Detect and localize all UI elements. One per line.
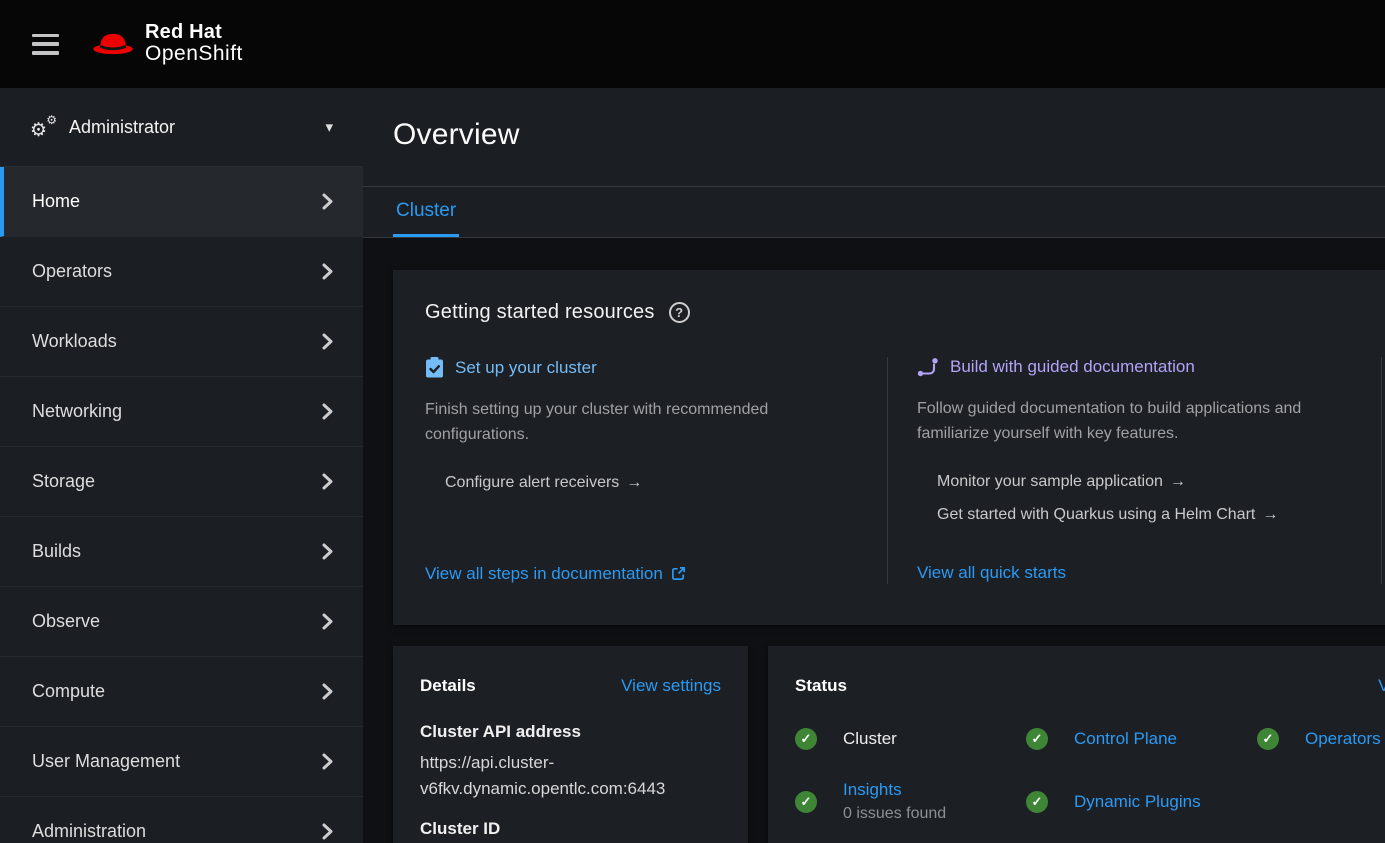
sidebar-item-label: Observe xyxy=(32,611,100,632)
perspective-label: Administrator xyxy=(69,117,325,138)
red-hat-fedora-icon xyxy=(90,29,136,59)
getting-started-title: Getting started resources xyxy=(425,301,655,324)
view-all-steps-link[interactable]: View all steps in documentation xyxy=(425,564,686,584)
brand-name: Red Hat xyxy=(145,22,243,43)
status-dynamic-plugins-link[interactable]: Dynamic Plugins xyxy=(1074,792,1201,812)
cogs-icon: ⚙⚙ xyxy=(30,115,57,139)
configure-alert-receivers-link[interactable]: Configure alert receivers→ xyxy=(445,474,642,492)
sidebar-item-networking[interactable]: Networking xyxy=(0,377,363,447)
chevron-right-icon xyxy=(322,193,333,210)
check-circle-icon: ✓ xyxy=(1257,728,1279,750)
status-item-insights: ✓ Insights 0 issues found xyxy=(795,780,1026,823)
overview-content: Getting started resources ? Set up your … xyxy=(363,238,1385,843)
help-icon[interactable]: ? xyxy=(669,302,690,323)
status-title: Status xyxy=(795,676,847,696)
menu-toggle-icon[interactable] xyxy=(32,34,59,55)
external-link-icon xyxy=(671,566,686,581)
guided-documentation-link[interactable]: Build with guided documentation xyxy=(917,357,1351,377)
setup-cluster-link[interactable]: Set up your cluster xyxy=(425,357,857,378)
sidebar-item-storage[interactable]: Storage xyxy=(0,447,363,517)
check-circle-icon: ✓ xyxy=(795,728,817,750)
chevron-right-icon xyxy=(322,263,333,280)
sidebar-item-compute[interactable]: Compute xyxy=(0,657,363,727)
quarkus-helm-chart-link[interactable]: Get started with Quarkus using a Helm Ch… xyxy=(937,506,1278,524)
chevron-right-icon xyxy=(322,613,333,630)
sidebar-item-label: Workloads xyxy=(32,331,117,352)
status-item-dynamic-plugins: ✓ Dynamic Plugins xyxy=(1026,780,1257,823)
main-area: Overview Cluster Getting started resourc… xyxy=(363,88,1385,843)
setup-cluster-description: Finish setting up your cluster with reco… xyxy=(425,398,845,448)
tab-cluster[interactable]: Cluster xyxy=(393,187,459,237)
view-settings-link[interactable]: View settings xyxy=(621,676,721,696)
sidebar: ⚙⚙ Administrator ▾ Home Operators Worklo… xyxy=(0,88,363,843)
arrow-right-icon: → xyxy=(1170,473,1186,490)
sidebar-item-observe[interactable]: Observe xyxy=(0,587,363,657)
caret-down-icon: ▾ xyxy=(325,118,333,136)
check-circle-icon: ✓ xyxy=(795,791,817,813)
chevron-right-icon xyxy=(322,473,333,490)
status-insights-link[interactable]: Insights xyxy=(843,780,946,800)
check-circle-icon: ✓ xyxy=(1026,791,1048,813)
guided-documentation-label: Build with guided documentation xyxy=(950,357,1195,377)
details-card: Details View settings Cluster API addres… xyxy=(393,646,748,843)
status-item-control-plane: ✓ Control Plane xyxy=(1026,728,1257,750)
status-operators-link[interactable]: Operators xyxy=(1305,729,1381,749)
cluster-id-label: Cluster ID xyxy=(420,819,721,839)
sidebar-item-label: Home xyxy=(32,191,80,212)
sidebar-item-label: Storage xyxy=(32,471,95,492)
sidebar-item-builds[interactable]: Builds xyxy=(0,517,363,587)
brand-logo[interactable]: Red Hat OpenShift xyxy=(90,22,243,65)
sidebar-item-workloads[interactable]: Workloads xyxy=(0,307,363,377)
cluster-api-address-value: https://api.cluster-v6fkv.dynamic.opentl… xyxy=(420,750,721,801)
sidebar-item-user-management[interactable]: User Management xyxy=(0,727,363,797)
status-item-cluster: ✓ Cluster xyxy=(795,728,1026,750)
sidebar-item-administration[interactable]: Administration xyxy=(0,797,363,843)
chevron-right-icon xyxy=(322,823,333,840)
view-all-quick-starts-link[interactable]: View all quick starts xyxy=(917,563,1066,583)
status-item-operators: ✓ Operators xyxy=(1257,728,1385,750)
status-control-plane-link[interactable]: Control Plane xyxy=(1074,729,1177,749)
clipboard-check-icon xyxy=(425,357,444,378)
arrow-right-icon: → xyxy=(1262,506,1278,523)
chevron-right-icon xyxy=(322,333,333,350)
guided-documentation-description: Follow guided documentation to build app… xyxy=(917,397,1337,447)
route-icon xyxy=(917,357,939,377)
sidebar-nav: Home Operators Workloads Networking Stor… xyxy=(0,167,363,843)
page-title: Overview xyxy=(393,118,1385,152)
status-grid: ✓ Cluster ✓ Control Plane ✓ Operators xyxy=(795,728,1385,823)
status-cluster-label: Cluster xyxy=(843,729,897,749)
view-alerts-link[interactable]: View alerts xyxy=(1378,676,1385,696)
tab-bar: Cluster xyxy=(363,186,1385,238)
getting-started-card: Getting started resources ? Set up your … xyxy=(393,270,1385,625)
setup-cluster-label: Set up your cluster xyxy=(455,358,597,378)
insights-issues-count: 0 issues found xyxy=(843,805,946,823)
sidebar-item-operators[interactable]: Operators xyxy=(0,237,363,307)
perspective-switcher[interactable]: ⚙⚙ Administrator ▾ xyxy=(0,88,363,167)
brand-text: Red Hat OpenShift xyxy=(145,22,243,65)
sidebar-item-label: Builds xyxy=(32,541,81,562)
chevron-right-icon xyxy=(322,683,333,700)
getting-started-col-guided: Build with guided documentation Follow g… xyxy=(887,357,1381,584)
details-title: Details xyxy=(420,676,476,696)
sidebar-item-label: Administration xyxy=(32,821,146,842)
chevron-right-icon xyxy=(322,543,333,560)
sidebar-item-label: Operators xyxy=(32,261,112,282)
page-header: Overview xyxy=(363,88,1385,186)
cluster-api-address-label: Cluster API address xyxy=(420,722,721,742)
sidebar-item-label: User Management xyxy=(32,751,180,772)
getting-started-col-setup: Set up your cluster Finish setting up yo… xyxy=(393,357,887,584)
monitor-sample-app-link[interactable]: Monitor your sample application→ xyxy=(937,473,1186,491)
getting-started-col-more xyxy=(1381,357,1385,584)
chevron-right-icon xyxy=(322,403,333,420)
check-circle-icon: ✓ xyxy=(1026,728,1048,750)
sidebar-item-label: Compute xyxy=(32,681,105,702)
brand-product: OpenShift xyxy=(145,43,243,65)
arrow-right-icon: → xyxy=(626,474,642,491)
status-card: Status View alerts ✓ Cluster ✓ Control P… xyxy=(768,646,1385,843)
masthead: Red Hat OpenShift xyxy=(0,0,1385,88)
chevron-right-icon xyxy=(322,753,333,770)
sidebar-item-label: Networking xyxy=(32,401,122,422)
sidebar-item-home[interactable]: Home xyxy=(0,167,363,237)
